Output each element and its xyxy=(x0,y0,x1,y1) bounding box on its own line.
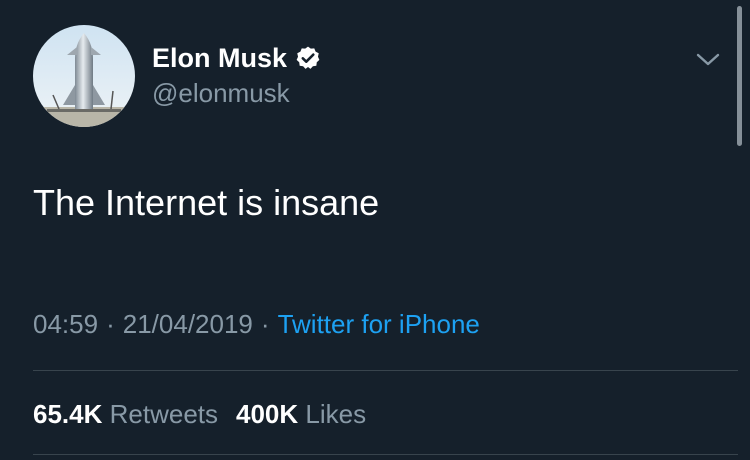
author-name-row[interactable]: Elon Musk xyxy=(152,42,321,74)
retweets-stat[interactable]: 65.4K Retweets xyxy=(33,399,218,429)
tweet-stats: 65.4K Retweets 400K Likes xyxy=(33,398,366,430)
likes-label: Likes xyxy=(305,399,367,429)
chevron-down-icon[interactable] xyxy=(695,51,721,69)
retweets-count: 65.4K xyxy=(33,399,103,429)
verified-badge-icon xyxy=(295,45,321,71)
likes-count: 400K xyxy=(236,399,299,429)
starship-avatar-icon xyxy=(33,25,135,127)
divider xyxy=(33,370,738,371)
author-handle[interactable]: @elonmusk xyxy=(152,78,290,108)
meta-separator: · xyxy=(106,309,115,339)
avatar[interactable] xyxy=(33,25,135,127)
meta-separator: · xyxy=(260,309,270,339)
tweet-card: Elon Musk @elonmusk The Internet is insa… xyxy=(0,0,750,460)
likes-stat[interactable]: 400K Likes xyxy=(236,399,366,429)
author-name[interactable]: Elon Musk xyxy=(152,42,287,74)
tweet-date: 21/04/2019 xyxy=(122,309,253,339)
retweets-label: Retweets xyxy=(109,399,219,429)
tweet-text: The Internet is insane xyxy=(33,182,380,223)
scrollbar[interactable] xyxy=(737,6,742,146)
divider xyxy=(33,454,738,455)
tweet-source-link[interactable]: Twitter for iPhone xyxy=(278,309,480,339)
tweet-meta: 04:59 · 21/04/2019 · Twitter for iPhone xyxy=(33,308,480,340)
tweet-time: 04:59 xyxy=(33,309,99,339)
